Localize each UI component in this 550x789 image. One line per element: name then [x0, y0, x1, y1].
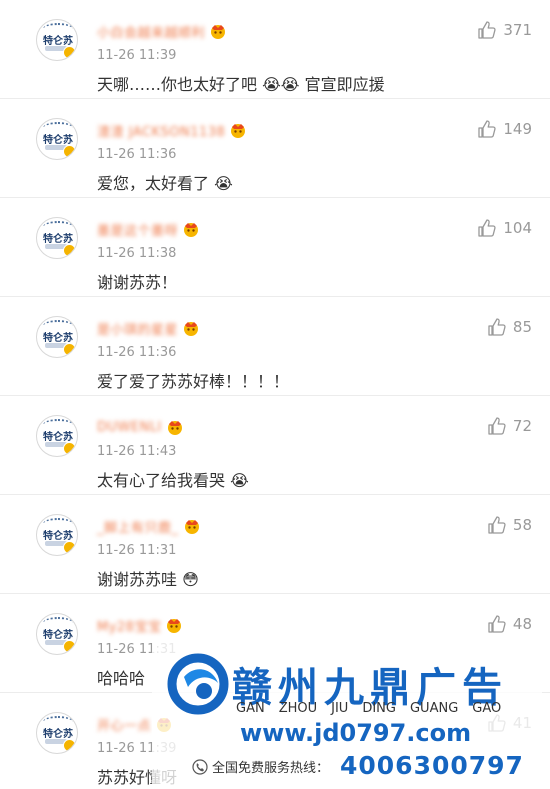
verified-badge-icon — [63, 46, 76, 59]
thumbs-up-icon — [488, 615, 506, 633]
avatar[interactable]: 特仑苏 — [36, 415, 78, 457]
comment-time: 11-26 11:43 — [97, 444, 177, 459]
crown-badge-icon — [165, 617, 183, 633]
like-button[interactable]: 85 — [487, 317, 532, 337]
avatar-logo: 特仑苏 — [43, 135, 73, 146]
avatar-logo: 特仑苏 — [43, 234, 73, 245]
comment-item: 特仑苏 DUWENLI 11-26 11:43 太有心了给我看哭 😭 72 — [0, 396, 550, 495]
avatar[interactable]: 特仑苏 — [36, 316, 78, 358]
avatar[interactable]: 特仑苏 — [36, 712, 78, 754]
comment-text: 爱您，太好看了 😭 — [97, 174, 233, 193]
avatar[interactable]: 特仑苏 — [36, 118, 78, 160]
verified-badge-icon — [63, 739, 76, 752]
hotline-number: 4006300797 — [340, 751, 524, 780]
watermark-pinyin: GAN ZHOU JIU DING GUANG GAO — [236, 701, 502, 716]
like-button[interactable]: 48 — [487, 614, 532, 634]
like-button[interactable]: 371 — [477, 20, 532, 40]
avatar[interactable]: 特仑苏 — [36, 514, 78, 556]
like-count: 149 — [503, 120, 532, 138]
crown-badge-icon — [166, 419, 184, 435]
avatar-logo: 特仑苏 — [43, 432, 73, 443]
crown-badge-icon — [182, 221, 200, 237]
crown-badge-icon — [182, 320, 200, 336]
comment-text: 爱了爱了苏苏好棒！！！！ — [97, 372, 290, 391]
thumbs-up-icon — [488, 417, 506, 435]
username[interactable]: My28宝宝 — [97, 616, 161, 635]
thumbs-up-icon — [478, 21, 496, 39]
watermark: 赣州九鼎广告 GAN ZHOU JIU DING GUANG GAO www.j… — [152, 641, 542, 789]
avatar-logo: 特仑苏 — [43, 630, 73, 641]
username[interactable]: 开心一点 — [97, 715, 151, 734]
like-count: 72 — [512, 417, 532, 435]
thumbs-up-icon — [488, 516, 506, 534]
avatar[interactable]: 特仑苏 — [36, 217, 78, 259]
avatar[interactable]: 特仑苏 — [36, 613, 78, 655]
like-button[interactable]: 58 — [487, 515, 532, 535]
comment-text: 谢谢苏苏！ — [97, 273, 178, 292]
username[interactable]: 渣渣 JACKSON1138 — [97, 121, 225, 140]
comment-time: 11-26 11:36 — [97, 147, 177, 162]
comment-text: 谢谢苏苏哇 😳 — [97, 570, 199, 589]
thumbs-up-icon — [478, 219, 496, 237]
comment-time: 11-26 11:36 — [97, 345, 177, 360]
like-count: 371 — [503, 21, 532, 39]
verified-badge-icon — [63, 640, 76, 653]
comment-item: 特仑苏 _脚上有只鹿_ 11-26 11:31 谢谢苏苏哇 😳 58 — [0, 495, 550, 594]
comment-text: 太有心了给我看哭 😭 — [97, 471, 249, 490]
crown-badge-icon — [229, 122, 247, 138]
thumbs-up-icon — [488, 318, 506, 336]
comment-time: 11-26 11:39 — [97, 48, 177, 63]
thumbs-up-icon — [478, 120, 496, 138]
like-count: 85 — [512, 318, 532, 336]
avatar[interactable]: 特仑苏 — [36, 19, 78, 61]
avatar-logo: 特仑苏 — [43, 729, 73, 740]
like-count: 48 — [512, 615, 532, 633]
verified-badge-icon — [63, 244, 76, 257]
comment-item: 特仑苏 小白会越来越顺利 11-26 11:39 天哪……你也太好了吧 😭😭 官… — [0, 0, 550, 99]
like-button[interactable]: 72 — [487, 416, 532, 436]
like-count: 104 — [503, 219, 532, 237]
username[interactable]: DUWENLI — [97, 420, 162, 435]
like-count: 58 — [512, 516, 532, 534]
watermark-url: www.jd0797.com — [240, 719, 472, 747]
avatar-logo: 特仑苏 — [43, 333, 73, 344]
hotline-label: 全国免费服务热线： — [192, 757, 329, 776]
phone-icon — [192, 758, 208, 775]
logo-icon — [167, 653, 229, 715]
verified-badge-icon — [63, 541, 76, 554]
verified-badge-icon — [63, 145, 76, 158]
comment-time: 11-26 11:38 — [97, 246, 177, 261]
like-button[interactable]: 104 — [477, 218, 532, 238]
avatar-logo: 特仑苏 — [43, 531, 73, 542]
crown-badge-icon — [209, 23, 227, 39]
verified-badge-icon — [63, 343, 76, 356]
comment-item: 特仑苏 是小琪的星星 11-26 11:36 爱了爱了苏苏好棒！！！！ 85 — [0, 297, 550, 396]
crown-badge-icon — [183, 518, 201, 534]
comment-text: 天哪……你也太好了吧 😭😭 官宣即应援 — [97, 75, 385, 94]
username[interactable]: 是小琪的星星 — [97, 319, 178, 338]
comment-text: 哈哈哈 — [97, 669, 146, 688]
comment-time: 11-26 11:31 — [97, 543, 177, 558]
avatar-logo: 特仑苏 — [43, 36, 73, 47]
comment-item: 特仑苏 渣渣 JACKSON1138 11-26 11:36 爱您，太好看了 😭… — [0, 99, 550, 198]
comment-item: 特仑苏 墨是这个墨呀 11-26 11:38 谢谢苏苏！ 104 — [0, 198, 550, 297]
like-button[interactable]: 149 — [477, 119, 532, 139]
verified-badge-icon — [63, 442, 76, 455]
username[interactable]: 小白会越来越顺利 — [97, 22, 205, 41]
username[interactable]: _脚上有只鹿_ — [97, 517, 179, 536]
username[interactable]: 墨是这个墨呀 — [97, 220, 178, 239]
